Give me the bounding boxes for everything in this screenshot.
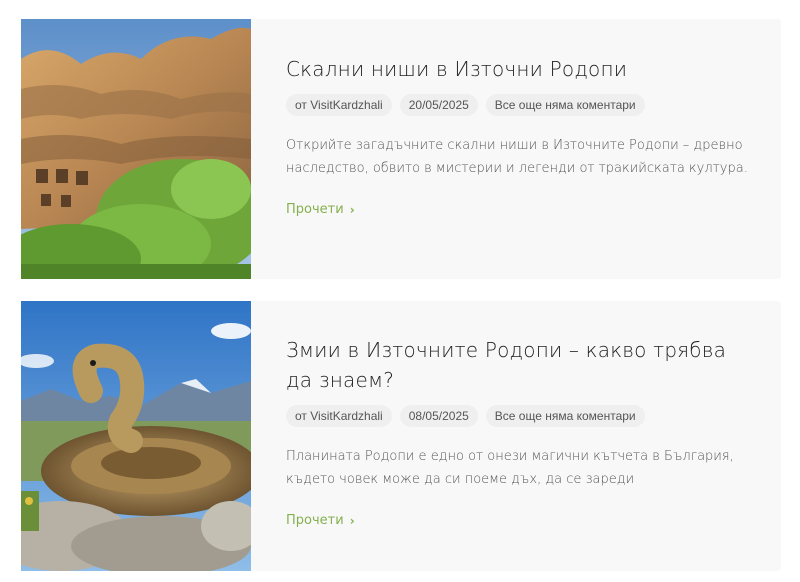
read-more-label: Прочети: [286, 202, 344, 217]
post-card: Змии в Източните Родопи – какво трябва д…: [21, 301, 781, 571]
post-excerpt: Открийте загадъчните скални ниши в Източ…: [286, 138, 748, 176]
post-author[interactable]: от VisitKardzhali: [286, 94, 392, 116]
post-comments[interactable]: Все още няма коментари: [485, 94, 645, 116]
post-body: Скални ниши в Източни Родопи от VisitKar…: [286, 19, 757, 218]
read-more-label: Прочети: [286, 513, 344, 528]
post-thumbnail-snake[interactable]: [21, 301, 251, 571]
post-title[interactable]: Скални ниши в Източни Родопи: [286, 54, 757, 84]
chevron-right-icon: ›: [349, 513, 355, 528]
read-more-link[interactable]: Прочети ›: [286, 513, 355, 528]
post-author[interactable]: от VisitKardzhali: [286, 405, 392, 427]
post-card: Скални ниши в Източни Родопи от VisitKar…: [21, 19, 781, 279]
post-title[interactable]: Змии в Източните Родопи – какво трябва д…: [286, 335, 757, 395]
rock-niches-image: [21, 19, 251, 279]
post-date[interactable]: 20/05/2025: [399, 94, 478, 116]
post-date[interactable]: 08/05/2025: [399, 405, 478, 427]
read-more-link[interactable]: Прочети ›: [286, 202, 355, 217]
post-excerpt: Планината Родопи е едно от онези магични…: [286, 449, 734, 487]
snake-image: [21, 301, 251, 571]
post-thumbnail-rock-niches[interactable]: [21, 19, 251, 279]
post-body: Змии в Източните Родопи – какво трябва д…: [286, 301, 757, 529]
chevron-right-icon: ›: [349, 202, 355, 217]
post-meta: от VisitKardzhali 20/05/2025 Все още ням…: [286, 94, 757, 116]
post-meta: от VisitKardzhali 08/05/2025 Все още ням…: [286, 405, 757, 427]
post-comments[interactable]: Все още няма коментари: [485, 405, 645, 427]
